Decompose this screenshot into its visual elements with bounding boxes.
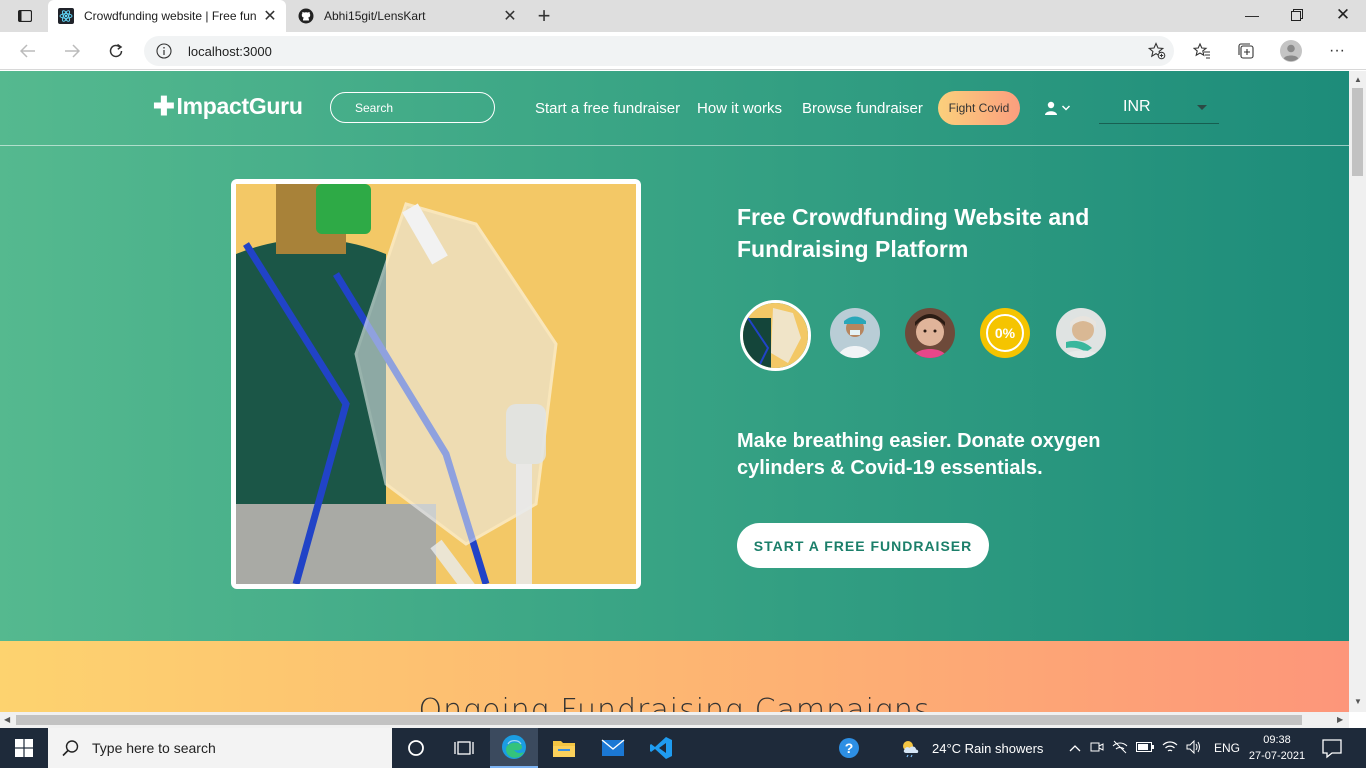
clock-time: 09:38 xyxy=(1263,734,1291,746)
minimize-icon[interactable]: — xyxy=(1229,0,1275,30)
carousel-thumb-child[interactable] xyxy=(905,308,955,358)
tray-icons: ENG xyxy=(1068,728,1240,768)
taskbar-clock[interactable]: 09:38 27-07-2021 xyxy=(1244,732,1310,764)
hero-image-frame xyxy=(231,179,641,589)
windows-taskbar: Type here to search ? 24°C Rain showers xyxy=(0,728,1366,768)
plus-logo-icon: ✚ xyxy=(153,91,175,121)
cortana-icon[interactable] xyxy=(392,728,440,768)
taskbar-search-input[interactable]: Type here to search xyxy=(48,728,392,768)
tab-title: Abhi15git/LensKart xyxy=(324,9,426,23)
hero-title: Free Crowdfunding Website and Fundraisin… xyxy=(737,204,1090,262)
battery-icon[interactable] xyxy=(1136,741,1154,755)
help-icon[interactable]: ? xyxy=(825,728,873,768)
close-tab-icon[interactable]: ✕ xyxy=(260,6,280,26)
search-input[interactable]: Search xyxy=(330,92,495,123)
vertical-scrollbar[interactable]: ▲ ▼ xyxy=(1349,71,1366,712)
info-icon[interactable] xyxy=(156,43,172,64)
svg-text:?: ? xyxy=(845,740,854,756)
add-favorite-icon[interactable] xyxy=(1147,42,1166,65)
more-menu-icon[interactable]: ··· xyxy=(1326,40,1348,62)
new-tab-icon[interactable]: + xyxy=(532,3,556,28)
page-viewport: ✚ ImpactGuru Search Start a free fundrai… xyxy=(0,71,1349,712)
browser-tab-inactive[interactable]: Abhi15git/LensKart ✕ xyxy=(288,0,526,32)
fight-covid-button[interactable]: Fight Covid xyxy=(938,91,1020,125)
refresh-icon[interactable] xyxy=(102,37,130,65)
nav-start-fundraiser[interactable]: Start a free fundraiser xyxy=(535,100,680,117)
weather-text: 24°C Rain showers xyxy=(932,740,1044,756)
browser-tab-active[interactable]: Crowdfunding website | Free fun ✕ xyxy=(48,0,286,32)
carousel-thumb-zero-fee[interactable]: 0% xyxy=(980,308,1030,358)
nav-browse-fundraiser[interactable]: Browse fundraiser xyxy=(802,100,923,117)
weather-widget[interactable]: 24°C Rain showers xyxy=(900,728,1043,768)
clock-date: 27-07-2021 xyxy=(1248,750,1306,762)
zero-fee-badge: 0% xyxy=(994,325,1016,341)
horizontal-scrollbar[interactable]: ◀ ▶ xyxy=(0,712,1349,728)
carousel-thumb-oxygen[interactable] xyxy=(740,300,811,371)
taskbar-search-placeholder: Type here to search xyxy=(92,740,216,756)
tab-actions-icon[interactable] xyxy=(10,6,40,26)
favorites-icon[interactable] xyxy=(1191,40,1213,62)
file-explorer-icon[interactable] xyxy=(540,728,588,768)
logo-text: ImpactGuru xyxy=(176,93,303,119)
user-icon xyxy=(1045,101,1057,115)
search-icon xyxy=(62,740,79,757)
language-indicator[interactable]: ENG xyxy=(1214,741,1240,755)
wifi-icon[interactable] xyxy=(1162,740,1178,757)
windows-start-icon[interactable] xyxy=(0,728,48,768)
oxygen-mask-image xyxy=(236,184,636,584)
task-view-icon[interactable] xyxy=(440,728,488,768)
hero-section: ✚ ImpactGuru Search Start a free fundrai… xyxy=(0,71,1349,641)
notifications-icon[interactable] xyxy=(1320,736,1344,760)
close-window-icon[interactable]: ✕ xyxy=(1320,0,1366,30)
browser-toolbar: localhost:3000 ··· xyxy=(0,32,1366,70)
section-heading: Ongoing Fundraising Campaigns xyxy=(418,693,931,712)
carousel-thumb-patient[interactable] xyxy=(1056,308,1106,358)
mail-icon[interactable] xyxy=(589,728,637,768)
volume-icon[interactable] xyxy=(1186,739,1202,757)
site-logo[interactable]: ✚ ImpactGuru xyxy=(153,91,303,122)
vertical-scroll-thumb[interactable] xyxy=(1352,88,1363,176)
restore-icon[interactable] xyxy=(1274,0,1320,30)
back-icon[interactable] xyxy=(14,37,42,65)
site-navbar: ✚ ImpactGuru Search Start a free fundrai… xyxy=(0,71,1349,146)
currency-select[interactable]: INR xyxy=(1099,90,1219,124)
currency-value: INR xyxy=(1123,98,1151,115)
caret-down-icon xyxy=(1197,105,1207,110)
chevron-down-icon xyxy=(1061,105,1071,111)
scroll-up-icon[interactable]: ▲ xyxy=(1354,75,1362,84)
scroll-left-icon[interactable]: ◀ xyxy=(4,715,10,724)
address-bar[interactable]: localhost:3000 xyxy=(144,36,1174,66)
url-text: localhost:3000 xyxy=(188,44,272,59)
edge-taskbar-icon[interactable] xyxy=(490,728,538,768)
profile-avatar[interactable] xyxy=(1280,40,1302,62)
vscode-icon[interactable] xyxy=(637,728,685,768)
scroll-down-icon[interactable]: ▼ xyxy=(1354,697,1362,706)
user-menu-button[interactable] xyxy=(1044,99,1072,117)
horizontal-scroll-thumb[interactable] xyxy=(16,715,1302,725)
network-offline-icon[interactable] xyxy=(1112,740,1128,757)
close-tab-icon[interactable]: ✕ xyxy=(500,6,520,26)
collections-icon[interactable] xyxy=(1235,40,1257,62)
browser-tab-strip: Crowdfunding website | Free fun ✕ Abhi15… xyxy=(0,0,1366,32)
nav-how-it-works[interactable]: How it works xyxy=(697,100,782,117)
meet-now-icon[interactable] xyxy=(1090,740,1104,757)
campaigns-section: Ongoing Fundraising Campaigns xyxy=(0,641,1349,712)
scroll-right-icon[interactable]: ▶ xyxy=(1337,715,1343,724)
forward-icon[interactable] xyxy=(58,37,86,65)
chevron-up-icon[interactable] xyxy=(1068,744,1082,752)
rain-cloud-icon xyxy=(903,741,919,758)
react-icon xyxy=(58,8,74,24)
hero-subtitle: Make breathing easier. Donate oxygen cyl… xyxy=(737,430,1101,479)
start-fundraiser-button[interactable]: START A FREE FUNDRAISER xyxy=(737,523,989,568)
github-icon xyxy=(298,8,314,24)
carousel-thumb-doctor[interactable] xyxy=(830,308,880,358)
tab-title: Crowdfunding website | Free fun xyxy=(84,9,257,23)
